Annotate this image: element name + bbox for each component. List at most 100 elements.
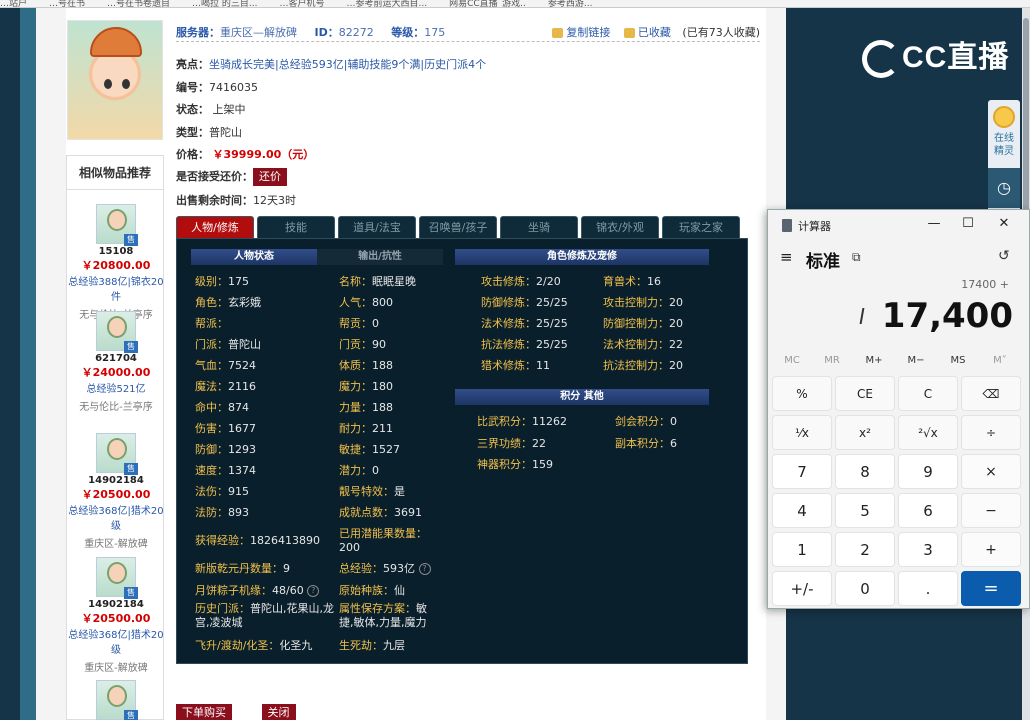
avatar-eye-left — [104, 79, 112, 89]
item-header: 服务器：重庆区—解放碑 ID：82272 等级：175 复制链接 已收藏 (已有… — [176, 24, 760, 42]
key-5-2[interactable]: . — [898, 571, 958, 606]
key-1-0[interactable]: ¹⁄x — [772, 415, 832, 450]
server-label: 服务器： — [176, 26, 220, 39]
key-1-2[interactable]: ²√x — [898, 415, 958, 450]
section-output-resist[interactable]: 输出/抗性 — [317, 249, 443, 265]
stat-left-5-value: 2116 — [228, 380, 256, 393]
browser-tab[interactable]: …站户 — [0, 0, 27, 7]
cult-left-1: 防御修炼：25/25 — [481, 294, 568, 310]
stat-zongzi-label: 月饼粽子机缘： — [195, 584, 272, 597]
section-character-status[interactable]: 人物状态 — [191, 249, 317, 265]
key-3-2[interactable]: 6 — [898, 493, 958, 528]
minimize-button[interactable]: — — [924, 216, 944, 231]
memory-3[interactable]: M− — [896, 355, 936, 366]
calculator-app-icon — [782, 219, 792, 232]
browser-tab[interactable]: …号在书 — [49, 0, 85, 7]
memory-4[interactable]: MS — [938, 355, 978, 366]
key-1-1[interactable]: x² — [835, 415, 895, 450]
cult-right-0-value: 16 — [647, 275, 661, 288]
recommend-avatar-icon — [107, 316, 127, 338]
sale-badge: 售 — [124, 341, 138, 353]
browser-tab[interactable]: …号在书卷遗目 — [107, 0, 170, 7]
history-icon[interactable]: ↺ — [998, 248, 1010, 264]
key-0-3[interactable]: ⌫ — [961, 376, 1021, 411]
memory-5[interactable]: M˅ — [980, 355, 1020, 366]
calculator-display: 17,400 — [881, 296, 1013, 336]
close-button[interactable]: 关闭 — [261, 704, 296, 720]
tab-0[interactable]: 人物/修炼 — [176, 216, 254, 238]
key-3-3[interactable]: − — [961, 493, 1021, 528]
points-right-0: 剑会积分：0 — [615, 413, 677, 429]
favorited-button[interactable]: 已收藏 — [638, 26, 671, 39]
key-3-1[interactable]: 5 — [835, 493, 895, 528]
browser-tab[interactable]: 参考西游... — [548, 0, 593, 7]
recommend-item[interactable]: 售 — [67, 680, 165, 720]
tab-2[interactable]: 道具/法宝 — [338, 216, 416, 238]
maximize-button[interactable]: ☐ — [958, 216, 978, 231]
stat-mid-5: 魔力：180 — [339, 378, 393, 394]
highlights-label: 亮点： — [176, 58, 209, 71]
tab-6[interactable]: 玩家之家 — [662, 216, 740, 238]
key-0-1[interactable]: CE — [835, 376, 895, 411]
key-5-1[interactable]: 0 — [835, 571, 895, 606]
key-2-3[interactable]: × — [961, 454, 1021, 489]
recommend-thumbnail[interactable]: 售 — [96, 204, 138, 246]
tab-5[interactable]: 锦衣/外观 — [581, 216, 659, 238]
key-3-0[interactable]: 4 — [772, 493, 832, 528]
clock-icon[interactable]: ◷ — [988, 168, 1020, 208]
buy-button[interactable]: 下单购买 — [176, 704, 232, 720]
stat-left-3-label: 门派： — [195, 338, 228, 351]
cult-right-4-label: 抗法控制力： — [603, 359, 669, 372]
key-0-0[interactable]: % — [772, 376, 832, 411]
browser-tab[interactable]: 网易CC直播_游戏.. — [449, 0, 526, 7]
tab-3[interactable]: 召唤兽/孩子 — [419, 216, 497, 238]
stat-potential-used-number: 200 — [339, 541, 360, 554]
section-points: 积分 其他 — [455, 389, 709, 405]
memory-0[interactable]: MC — [772, 355, 812, 366]
recommend-desc[interactable]: 总经验521亿 — [67, 380, 165, 395]
help-icon[interactable]: ? — [307, 585, 320, 597]
key-2-1[interactable]: 8 — [835, 454, 895, 489]
recommend-desc[interactable]: 总经验368亿|猎术20级 — [67, 502, 165, 532]
key-2-2[interactable]: 9 — [898, 454, 958, 489]
hamburger-menu-icon[interactable]: ≡ — [780, 248, 793, 266]
stat-history-sect: 历史门派：普陀山,花果山,龙宫,凌波城 — [195, 602, 335, 630]
close-window-button[interactable]: ✕ — [994, 216, 1014, 231]
similar-items-title: 相似物品推荐 — [67, 156, 163, 190]
recommend-item[interactable]: 售 14902184 ￥20500.00 总经验368亿|猎术20级 重庆区-解放碑 — [67, 557, 165, 674]
copy-link-button[interactable]: 复制链接 — [566, 26, 610, 39]
help-icon[interactable]: ? — [418, 563, 431, 575]
browser-tab[interactable]: …客户机号 — [280, 0, 325, 7]
key-1-3[interactable]: ÷ — [961, 415, 1021, 450]
tab-4[interactable]: 坐骑 — [500, 216, 578, 238]
key-2-0[interactable]: 7 — [772, 454, 832, 489]
recommend-thumbnail[interactable]: 售 — [96, 311, 138, 353]
key-5-3[interactable]: = — [961, 571, 1021, 606]
memory-1[interactable]: MR — [812, 355, 852, 366]
recommend-item[interactable]: 售15108 ￥20800.00总经验388亿|锦衣20件无与伦比-兰亭序 — [67, 204, 165, 321]
side-widget[interactable]: 在线 精灵 ◷ — [988, 100, 1020, 220]
recommend-item[interactable]: 售 14902184 ￥20500.00 总经验368亿|猎术20级 重庆区-解放碑 — [67, 433, 165, 550]
keep-on-top-icon[interactable]: ⧉ — [852, 250, 861, 265]
key-4-0[interactable]: 1 — [772, 532, 832, 567]
recommend-thumbnail[interactable]: 售 — [96, 680, 138, 720]
stat-left-11-label: 法防： — [195, 506, 228, 519]
recommend-desc[interactable]: 总经验388亿|锦衣20件 — [67, 273, 165, 303]
recommend-thumbnail[interactable]: 售 — [96, 433, 138, 475]
browser-tab[interactable]: …参考前运大西目... — [347, 0, 428, 7]
memory-2[interactable]: M+ — [854, 355, 894, 366]
bargain-button[interactable]: 还价 — [253, 168, 287, 186]
key-4-1[interactable]: 2 — [835, 532, 895, 567]
recommend-item[interactable]: 售 621704 ￥24000.00 总经验521亿 无与伦比-兰亭序 — [67, 311, 165, 413]
browser-tab-strip[interactable]: …站户 …号在书 …号在书卷遗目 …喝拉 的三目... …客户机号 …参考前运大西目...… — [0, 0, 1030, 8]
calculator-titlebar[interactable]: 计算器 — ☐ ✕ — [768, 210, 1030, 240]
recommend-desc[interactable]: 总经验368亿|猎术20级 — [67, 626, 165, 656]
key-0-2[interactable]: C — [898, 376, 958, 411]
stat-mid-3-label: 门贡： — [339, 338, 372, 351]
key-5-0[interactable]: +/- — [772, 571, 832, 606]
recommend-thumbnail[interactable]: 售 — [96, 557, 138, 599]
browser-tab[interactable]: …喝拉 的三目... — [192, 0, 257, 7]
tab-1[interactable]: 技能 — [257, 216, 335, 238]
key-4-2[interactable]: 3 — [898, 532, 958, 567]
key-4-3[interactable]: + — [961, 532, 1021, 567]
